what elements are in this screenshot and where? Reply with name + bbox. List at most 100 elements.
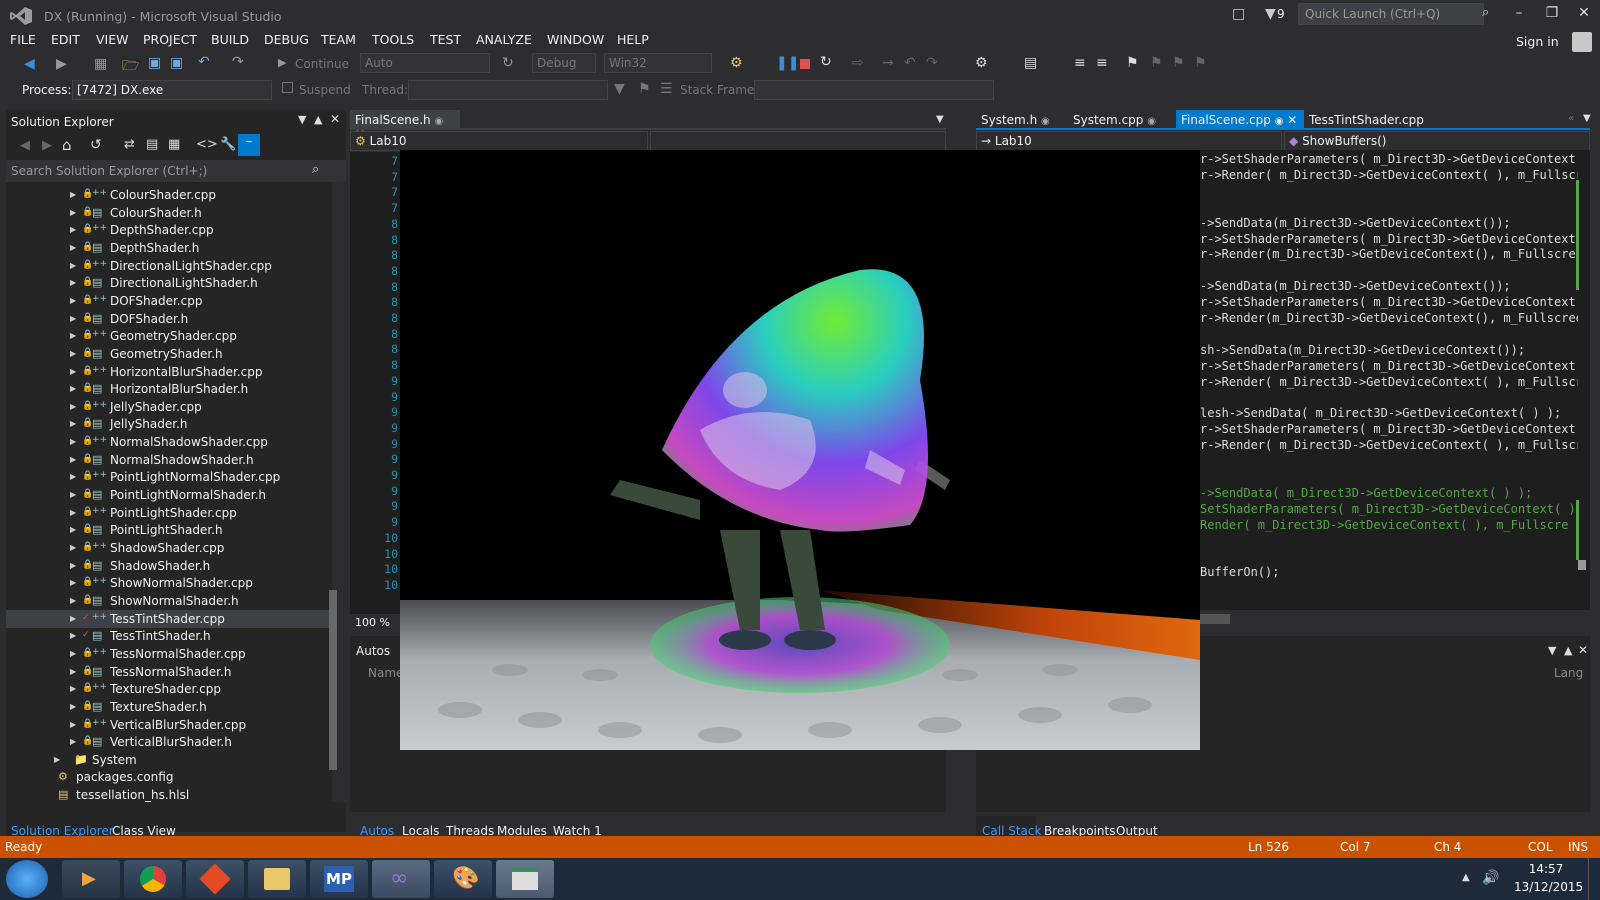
outdent-icon[interactable]: ≡ [1096, 55, 1108, 71]
expand-arrow-icon[interactable]: ▶ [70, 419, 76, 428]
platform-dropdown[interactable]: Win32 [604, 53, 712, 73]
menu-build[interactable]: BUILD [211, 32, 249, 47]
expand-arrow-icon[interactable]: ▶ [70, 296, 76, 305]
expand-arrow-icon[interactable]: ▶ [70, 490, 76, 499]
show-next-statement-icon[interactable]: ⇨ [852, 55, 864, 71]
solution-file-item[interactable]: ▶ 🔒 ++ PointLightShader.cpp [6, 504, 330, 522]
solution-file-item[interactable]: ▶ 🔒 ▤ NormalShadowShader.h [6, 451, 330, 469]
show-all-files-icon[interactable]: ▦ [168, 137, 180, 152]
menu-debug[interactable]: DEBUG [264, 32, 309, 47]
solution-file-item[interactable]: ▶ 🔒 ++ ColourShader.cpp [6, 186, 330, 204]
taskbar-visual-studio[interactable]: ∞ [372, 860, 430, 898]
search-icon[interactable]: ⌕ [1482, 5, 1489, 20]
expand-arrow-icon[interactable]: ▶ [70, 331, 76, 340]
expand-arrow-icon[interactable]: ▶ [70, 225, 76, 234]
close-panel-icon[interactable]: ✕ [1578, 643, 1588, 657]
solution-file-item[interactable]: ▶ 🔒 ++ TessNormalShader.cpp [6, 645, 330, 663]
flag-threads-icon[interactable]: ⚑ [638, 81, 651, 97]
expand-arrow-icon[interactable]: ▶ [70, 631, 76, 640]
restore-button[interactable]: ❐ [1540, 5, 1564, 25]
continue-button[interactable]: Continue [295, 57, 349, 71]
taskbar-paint[interactable]: 🎨 [434, 860, 492, 898]
menu-view[interactable]: VIEW [96, 32, 129, 47]
tab-system-h[interactable]: System.h ◉ [976, 110, 1055, 130]
taskbar-file-explorer[interactable] [248, 860, 306, 898]
code-line[interactable]: ->SendData( m_Direct3D->GetDeviceContext… [1200, 486, 1578, 500]
expand-arrow-icon[interactable]: ▶ [70, 437, 76, 446]
pin-icon[interactable]: ▲ [1564, 644, 1572, 657]
expand-arrow-icon[interactable]: ▶ [70, 737, 76, 746]
code-line[interactable]: r->SetShaderParameters( m_Direct3D->GetD… [1200, 422, 1578, 436]
expand-arrow-icon[interactable]: ▶ [70, 667, 76, 676]
code-line[interactable]: r->SetShaderParameters( m_Direct3D->GetD… [1200, 359, 1578, 373]
solution-file-item[interactable]: ▶ 🔒 ▤ DepthShader.h [6, 239, 330, 257]
menu-analyze[interactable]: ANALYZE [476, 32, 532, 47]
menu-team[interactable]: TEAM [321, 32, 356, 47]
tab-finalscene-cpp[interactable]: FinalScene.cpp ◉ ✕ [1176, 110, 1304, 130]
pin-icon[interactable]: ◉ [1041, 116, 1050, 127]
indent-icon[interactable]: ≡ [1074, 55, 1086, 71]
sync-icon[interactable]: ⇄ [124, 137, 135, 152]
left-nav-member-dropdown[interactable] [650, 131, 946, 151]
tab-dropdown-icon[interactable]: ▼ [1583, 113, 1591, 124]
solution-file-item[interactable]: ▶ 🔒 ++ DirectionalLightShader.cpp [6, 257, 330, 275]
code-line[interactable]: r->Render(m_Direct3D->GetDeviceContext()… [1200, 311, 1578, 325]
refresh-icon[interactable]: ↻ [502, 55, 514, 71]
tab-tesstintshader-cpp[interactable]: TessTintShader.cpp [1304, 110, 1429, 130]
bookmark-icon[interactable]: ⚑ [1126, 55, 1139, 71]
code-line[interactable]: ->SendData(m_Direct3D->GetDeviceContext(… [1200, 279, 1578, 293]
comment-out-icon[interactable]: ▤ [1024, 55, 1037, 71]
solution-file-item[interactable]: ▶ 🔒 ++ ShowNormalShader.cpp [6, 574, 330, 592]
properties-icon[interactable]: 🔧 [220, 137, 236, 152]
expand-arrow-icon[interactable]: ▶ [70, 243, 76, 252]
code-line[interactable]: r->Render( m_Direct3D->GetDeviceContext(… [1200, 438, 1578, 452]
solution-file-item[interactable]: ▶ ✓ ▤ TessTintShader.h [6, 627, 330, 645]
solution-file-item[interactable]: ▶ 🔒 ▤ ShowNormalShader.h [6, 592, 330, 610]
suspend-button[interactable]: Suspend [299, 83, 351, 97]
right-scroll-thumb[interactable] [1578, 560, 1586, 570]
expand-arrow-icon[interactable]: ▶ [70, 596, 76, 605]
code-line[interactable]: SetShaderParameters( m_Direct3D->GetDevi… [1200, 502, 1578, 516]
code-line[interactable]: r->Render( m_Direct3D->GetDeviceContext(… [1200, 375, 1578, 389]
suspend-icon[interactable] [282, 82, 293, 93]
open-file-icon[interactable]: 🗁 [122, 55, 139, 79]
taskbar-media-player[interactable]: ▶ [62, 860, 120, 898]
pin-icon[interactable]: ◉ [435, 116, 444, 127]
solution-scrollbar-thumb[interactable] [329, 590, 337, 770]
continue-icon[interactable]: ▶ [278, 56, 286, 69]
solution-file-item[interactable]: ▶ 🔒 ▤ GeometryShader.h [6, 345, 330, 363]
solution-file-item[interactable]: ▶ 🔒 ▤ JellyShader.h [6, 415, 330, 433]
stack-frame-dropdown[interactable] [754, 80, 994, 100]
solution-file-item[interactable]: ▶ 🔒 ++ GeometryShader.cpp [6, 327, 330, 345]
forward-icon[interactable]: ▶ [42, 138, 52, 153]
next-bookmark-icon[interactable]: ⚑ [1172, 55, 1185, 71]
step-into-icon[interactable]: → [882, 55, 894, 71]
solution-file-item[interactable]: ▶ ✓ ++ TessTintShader.cpp [6, 609, 330, 628]
clock-time[interactable]: 14:57 [1516, 862, 1576, 876]
close-window-button[interactable]: ✕ [1572, 5, 1596, 25]
expand-arrow-icon[interactable]: ▶ [70, 261, 76, 270]
solution-file-item[interactable]: ▶ 🔒 ▤ ShadowShader.h [6, 557, 330, 575]
menu-help[interactable]: HELP [617, 32, 649, 47]
search-icon[interactable]: ⌕ [312, 162, 319, 177]
prev-bookmark-icon[interactable]: ⚑ [1150, 55, 1163, 71]
new-project-icon[interactable]: ▦ [94, 56, 107, 72]
code-line[interactable]: r->SetShaderParameters( m_Direct3D->GetD… [1200, 232, 1578, 246]
code-line[interactable]: BufferOn(); [1200, 565, 1578, 579]
solution-file-item[interactable]: ▶ 🔒 ▤ DOFShader.h [6, 310, 330, 328]
restart-icon[interactable]: ↻ [820, 54, 832, 70]
menu-tools[interactable]: TOOLS [372, 32, 414, 47]
folder-system[interactable]: ▶ 📁 System [6, 751, 330, 769]
expand-arrow-icon[interactable]: ▶ [70, 578, 76, 587]
menu-file[interactable]: FILE [10, 32, 36, 47]
clear-bookmarks-icon[interactable]: ⚑ [1194, 55, 1207, 71]
code-line[interactable]: r->Render( m_Direct3D->GetDeviceContext(… [1200, 168, 1578, 182]
solution-file-item[interactable]: ▶ 🔒 ▤ HorizontalBlurShader.h [6, 380, 330, 398]
attach-process-icon[interactable]: ⚙ [730, 55, 743, 71]
save-all-icon[interactable]: ▣ [170, 55, 183, 71]
sign-in-link[interactable]: Sign in [1516, 34, 1559, 49]
expand-arrow-icon[interactable]: ▶ [70, 384, 76, 393]
tessellation-hs-item[interactable]: ▤ tessellation_hs.hlsl [6, 786, 330, 804]
packages-config-item[interactable]: ⚙ packages.config [6, 768, 330, 786]
close-tab-icon[interactable]: ✕ [1287, 113, 1297, 127]
